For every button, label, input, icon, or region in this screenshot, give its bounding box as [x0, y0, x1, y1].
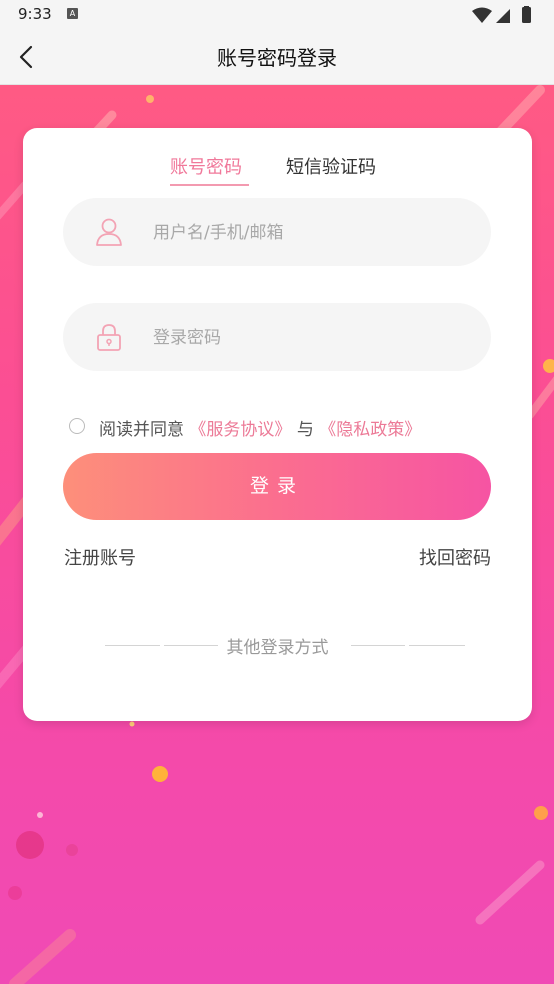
- wifi-icon: [472, 7, 492, 23]
- user-icon: [96, 218, 122, 246]
- login-button[interactable]: 登录: [63, 453, 491, 520]
- agreement-text: 阅读并同意 《服务协议》 与 《隐私政策》: [99, 415, 421, 440]
- tab-sms-login[interactable]: 短信验证码: [286, 153, 376, 179]
- password-input[interactable]: [151, 321, 475, 355]
- other-login-label: 其他登录方式: [226, 638, 329, 658]
- password-field-wrapper: [63, 303, 491, 371]
- agreement-and: 与: [296, 420, 314, 440]
- battery-icon: [522, 7, 531, 23]
- system-status-icons: [472, 6, 531, 23]
- username-input[interactable]: [151, 216, 475, 250]
- title-bar: 账号密码登录: [0, 30, 554, 85]
- signal-icon: [496, 9, 510, 23]
- forgot-password-link[interactable]: 找回密码: [419, 544, 491, 570]
- status-time: 9:33: [18, 5, 52, 23]
- privacy-policy-link[interactable]: 《隐私政策》: [319, 420, 421, 440]
- notification-icon: A: [67, 8, 78, 19]
- page-title: 账号密码登录: [217, 46, 337, 70]
- agreement-checkbox[interactable]: [69, 418, 85, 434]
- login-card: 账号密码 短信验证码 阅读并同意 《服务协议》 与 《隐私政策》 登录 注册账号…: [23, 128, 532, 721]
- tab-password-login[interactable]: 账号密码: [170, 153, 242, 179]
- agreement-prefix: 阅读并同意: [99, 420, 184, 440]
- status-bar: 9:33 A: [0, 0, 554, 30]
- other-login-divider: 其他登录方式: [23, 633, 532, 658]
- service-agreement-link[interactable]: 《服务协议》: [189, 420, 291, 440]
- register-link[interactable]: 注册账号: [64, 544, 136, 570]
- username-field-wrapper: [63, 198, 491, 266]
- lock-icon: [97, 324, 121, 351]
- active-tab-indicator: [170, 184, 249, 186]
